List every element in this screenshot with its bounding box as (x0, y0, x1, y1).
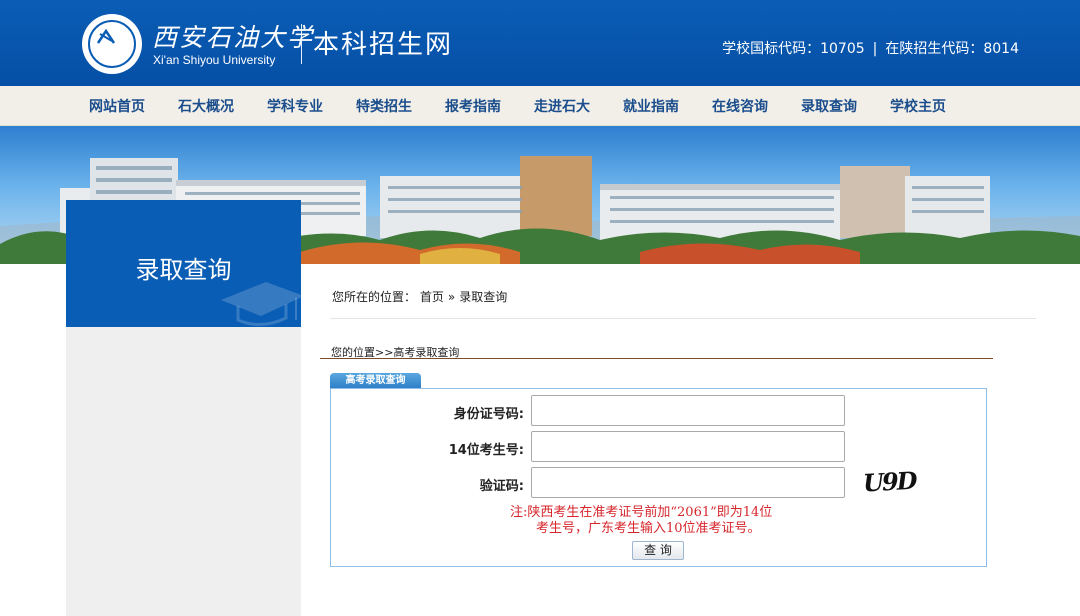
id-number-label: 身份证号码: (453, 407, 524, 422)
nav-item-employment[interactable]: 就业指南 (623, 96, 679, 116)
id-number-input[interactable] (531, 395, 845, 426)
nav-item-admission-query[interactable]: 录取查询 (801, 96, 857, 116)
shaanxi-code: 在陕招生代码：8014 (885, 41, 1019, 57)
breadcrumb-separator: » (447, 290, 456, 304)
site-header: 西安石油大学 Xi'an Shiyou University 本科招生网 学校国… (0, 0, 1080, 86)
nav-item-special-admission[interactable]: 特类招生 (356, 96, 412, 116)
national-code: 学校国标代码：10705 (722, 41, 865, 57)
university-name-en: Xi'an Shiyou University (153, 53, 276, 67)
breadcrumb-current-link[interactable]: 录取查询 (459, 290, 507, 304)
nav-item-school-home[interactable]: 学校主页 (890, 96, 946, 116)
query-submit-button[interactable]: 查 询 (632, 541, 684, 560)
captcha-image[interactable]: U9D (862, 466, 920, 496)
logo-divider (301, 24, 302, 64)
nav-item-application-guide[interactable]: 报考指南 (445, 96, 501, 116)
nav-item-home[interactable]: 网站首页 (89, 96, 145, 116)
site-title[interactable]: 本科招生网 (313, 24, 453, 61)
note-line-1: 注:陕西考生在准考证号前加“2061”即为14位 (510, 505, 773, 520)
nav-item-about[interactable]: 石大概况 (178, 96, 234, 116)
exam-number-note: 注:陕西考生在准考证号前加“2061”即为14位 考生号，广东考生输入10位准考… (510, 505, 820, 537)
graduation-cap-icon (221, 282, 301, 326)
nav-item-majors[interactable]: 学科专业 (267, 96, 323, 116)
main-nav: 网站首页 石大概况 学科专业 特类招生 报考指南 走进石大 就业指南 在线咨询 … (0, 86, 1080, 126)
sidebar-title-box: 录取查询 (66, 200, 301, 327)
sidebar-background (66, 327, 301, 616)
note-line-2: 考生号，广东考生输入10位准考证号。 (536, 521, 761, 536)
university-name-cn: 西安石油大学 (152, 23, 315, 52)
form-tab-gaokao-query[interactable]: 高考录取查询 (330, 373, 421, 389)
codes-separator: | (872, 41, 878, 57)
school-codes: 学校国标代码：10705 | 在陕招生代码：8014 (722, 38, 1019, 58)
university-seal-logo[interactable] (82, 14, 142, 74)
breadcrumb-home-link[interactable]: 首页 (420, 290, 444, 304)
captcha-input[interactable] (531, 467, 845, 498)
nav-item-consult[interactable]: 在线咨询 (712, 96, 768, 116)
captcha-label: 验证码: (479, 479, 524, 494)
exam-number-input[interactable] (531, 431, 845, 462)
captcha-text: U9D (862, 466, 918, 496)
nav-item-visit[interactable]: 走进石大 (534, 96, 590, 116)
breadcrumb-prefix: 您所在的位置： (332, 290, 417, 304)
seal-emblem-icon (96, 28, 116, 44)
sub-location-divider (320, 358, 993, 359)
breadcrumb-divider (330, 318, 1036, 319)
breadcrumb: 您所在的位置： 首页» 录取查询 (332, 288, 507, 305)
exam-number-label: 14位考生号: (448, 443, 524, 458)
